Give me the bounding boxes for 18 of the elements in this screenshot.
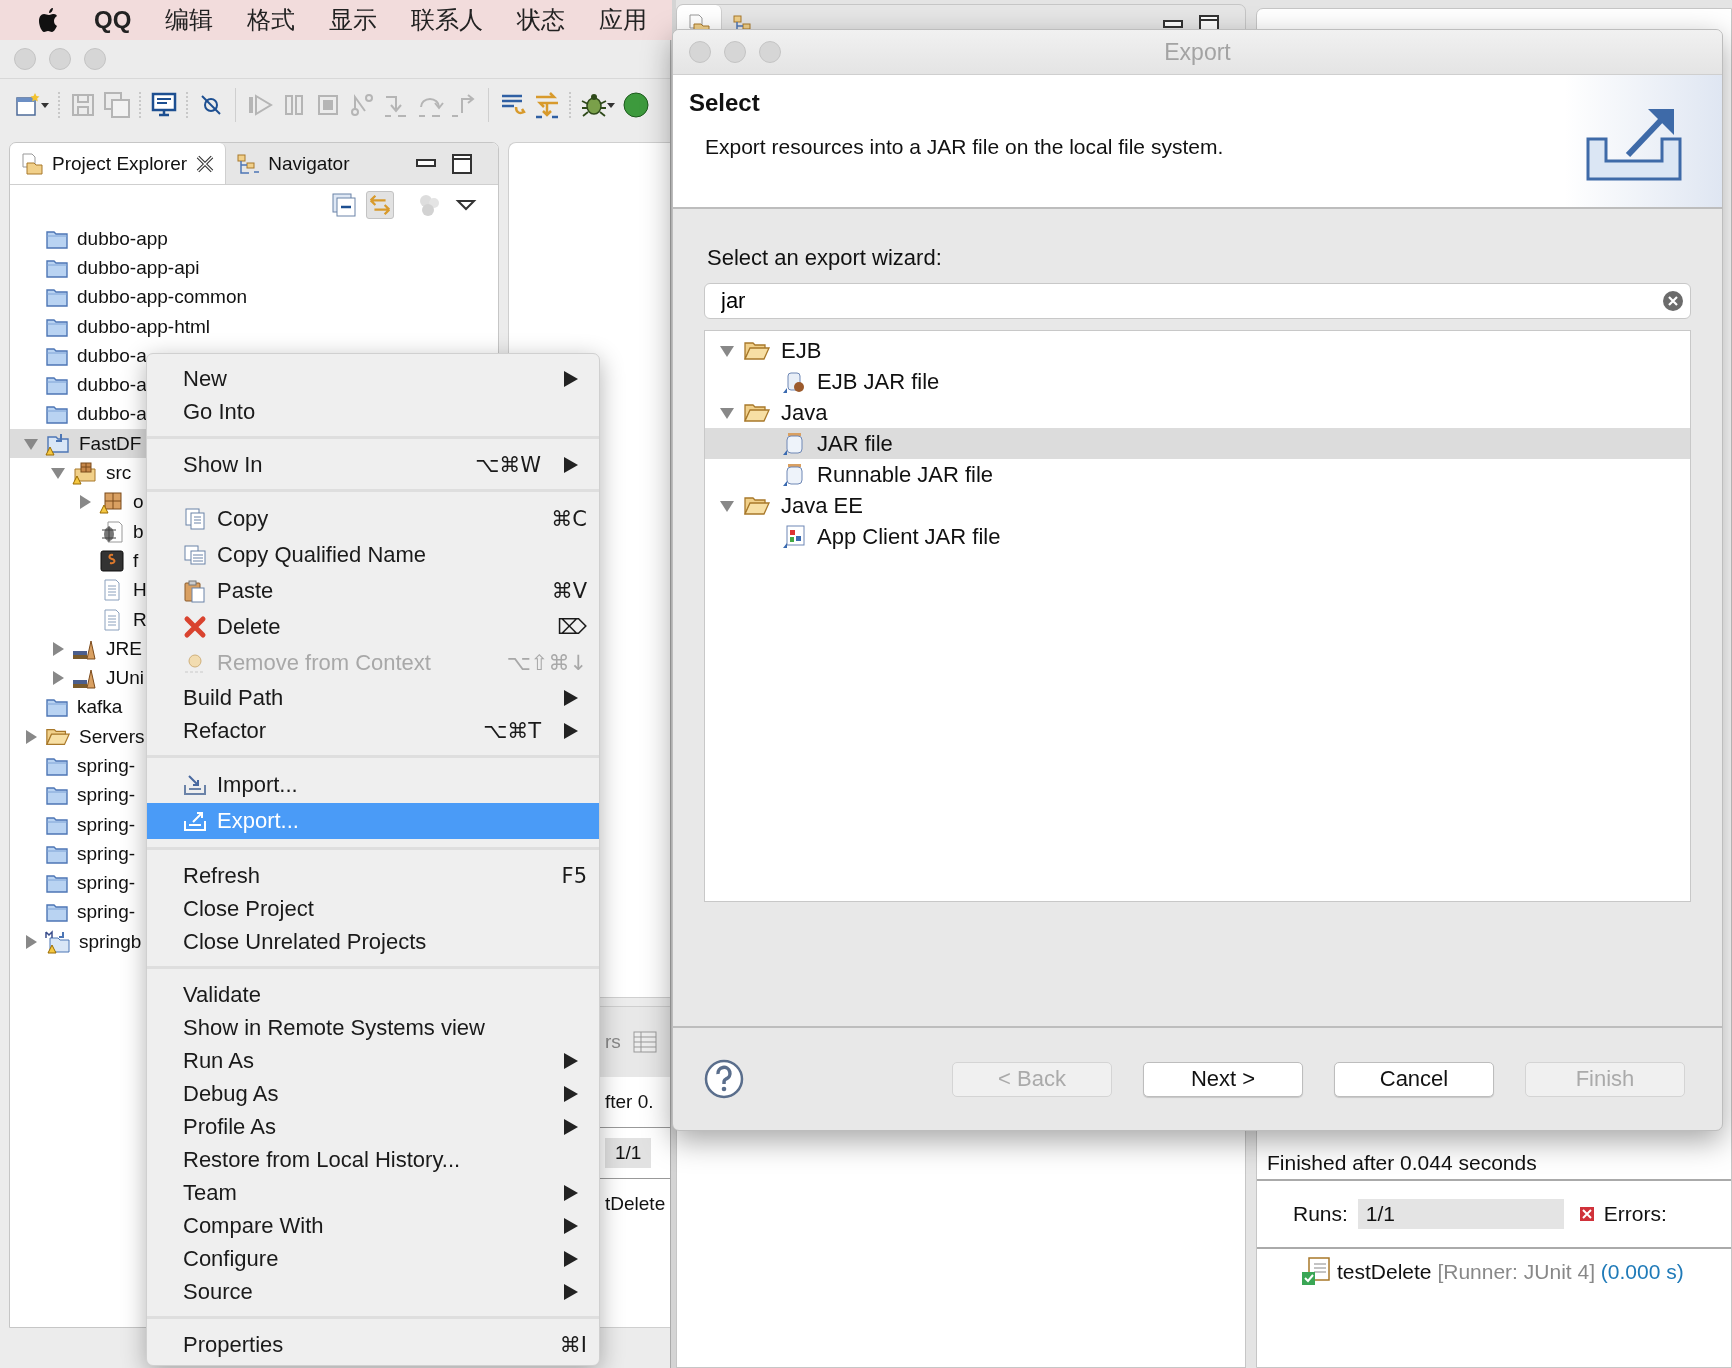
shortcut-label: ⌥⇧⌘↓ <box>506 651 587 675</box>
test-summary: fter 0. <box>605 1091 654 1113</box>
shortcut-label: ⌦ <box>557 615 587 639</box>
page-description: Export resources into a JAR file on the local file system. <box>704 135 1224 159</box>
shortcut-label: F5 <box>561 863 587 888</box>
errors-label: Errors: <box>1603 1202 1667 1226</box>
page-heading: Select <box>689 89 761 117</box>
runs-label: Runs: <box>1293 1202 1348 1226</box>
shortcut-label: ⌘C <box>551 507 587 531</box>
runs-counter: 1/1 <box>605 1138 652 1168</box>
field-label: Select an export wizard: <box>706 245 943 271</box>
test-summary: Finished after 0.044 seconds <box>1257 1151 1731 1181</box>
dialog-title: Export <box>1164 38 1231 65</box>
shortcut-label: ⌥⌘W <box>475 452 541 477</box>
shortcut-label: ⌘I <box>559 1332 587 1357</box>
shortcut-label: ⌥⌘T <box>482 718 541 743</box>
runs-counter: 1/1 <box>1357 1199 1564 1229</box>
shortcut-label: ⌘V <box>551 579 587 603</box>
